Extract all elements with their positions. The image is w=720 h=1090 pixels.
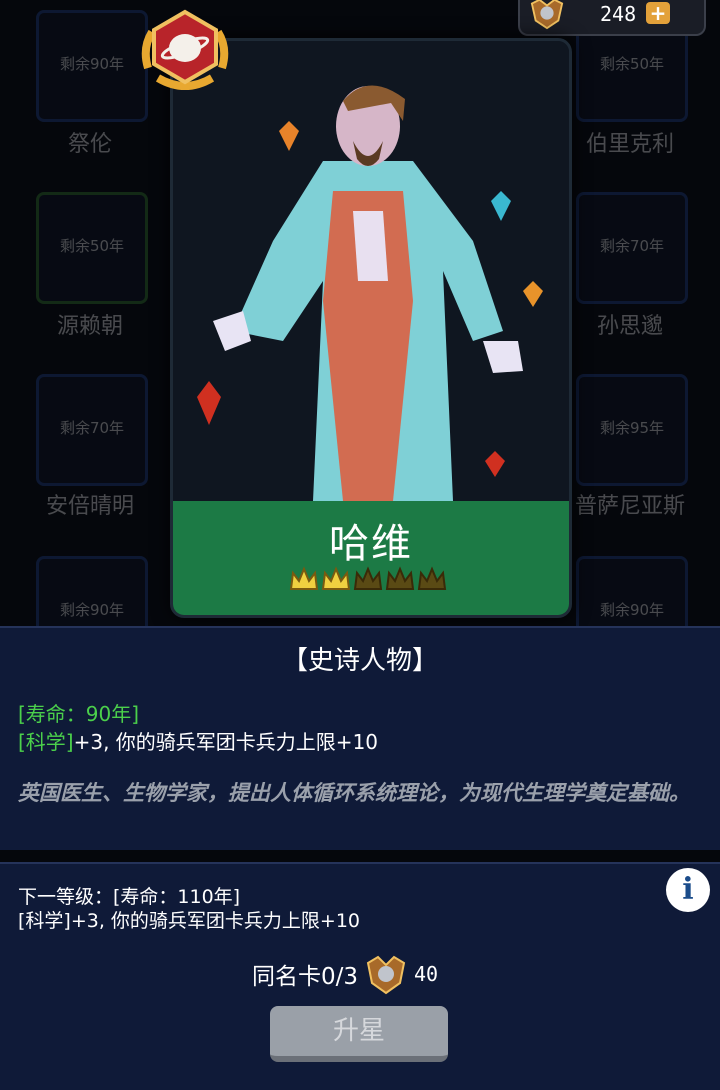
remaining-years: 剩余90年	[599, 601, 665, 619]
crown-empty-icon	[353, 566, 383, 590]
crown-filled-icon	[289, 566, 319, 590]
collection-card: 剩余70年	[576, 192, 688, 304]
hero-name: 哈维	[329, 521, 413, 567]
collection-card-name: 源赖朝	[56, 314, 123, 339]
remaining-years: 剩余70年	[599, 237, 665, 255]
hero-description: 英国医生、生物学家，提出人体循环系统理论，为现代生理学奠定基础。	[18, 781, 690, 805]
collection-card-name: 安倍晴明	[45, 494, 134, 519]
skill-tag: [科学]	[18, 730, 74, 754]
rank-badge-icon	[141, 9, 229, 90]
upgrade-star-button[interactable]: 升星	[270, 1006, 448, 1062]
next-level-lifespan: 下一等级：[寿命：110年]	[18, 886, 241, 908]
currency-display: 248 +	[518, 0, 706, 36]
crown-empty-icon	[417, 566, 447, 590]
next-level-skill: [科学]+3, 你的骑兵军团卡兵力上限+10	[18, 910, 361, 932]
crest-coin-icon	[530, 0, 564, 30]
lifespan-text: [寿命：90年]	[18, 702, 140, 726]
crown-filled-icon	[321, 566, 351, 590]
crest-coin-icon	[366, 955, 406, 995]
remaining-years: 剩余50年	[599, 55, 665, 73]
collection-card: 剩余95年	[576, 374, 688, 486]
upgrade-cost: 40	[414, 962, 439, 986]
crown-empty-icon	[385, 566, 415, 590]
skill-line: [科学]+3, 你的骑兵军团卡兵力上限+10	[18, 726, 378, 755]
collection-card: 剩余90年	[36, 10, 148, 122]
remaining-years: 剩余70年	[59, 419, 125, 437]
collection-card: 剩余50年	[36, 192, 148, 304]
star-rating	[289, 565, 455, 599]
remaining-years: 剩余90年	[59, 601, 125, 619]
info-icon[interactable]: i	[666, 868, 710, 912]
add-currency-button[interactable]: +	[646, 2, 670, 24]
hero-card: 哈维	[170, 38, 572, 618]
hero-portrait	[173, 41, 569, 501]
collection-card: 剩余70年	[36, 374, 148, 486]
duplicate-card-row: 同名卡0/3 40	[252, 952, 438, 996]
remaining-years: 剩余50年	[59, 237, 125, 255]
collection-card-name: 祭伦	[67, 132, 112, 157]
skill-text: +3, 你的骑兵军团卡兵力上限+10	[73, 730, 379, 754]
remaining-years: 剩余95年	[599, 419, 665, 437]
currency-amount: 248	[600, 2, 637, 26]
duplicate-count: 同名卡0/3	[252, 964, 359, 990]
remaining-years: 剩余90年	[59, 55, 125, 73]
rarity-title: 【史诗人物】	[281, 646, 438, 676]
